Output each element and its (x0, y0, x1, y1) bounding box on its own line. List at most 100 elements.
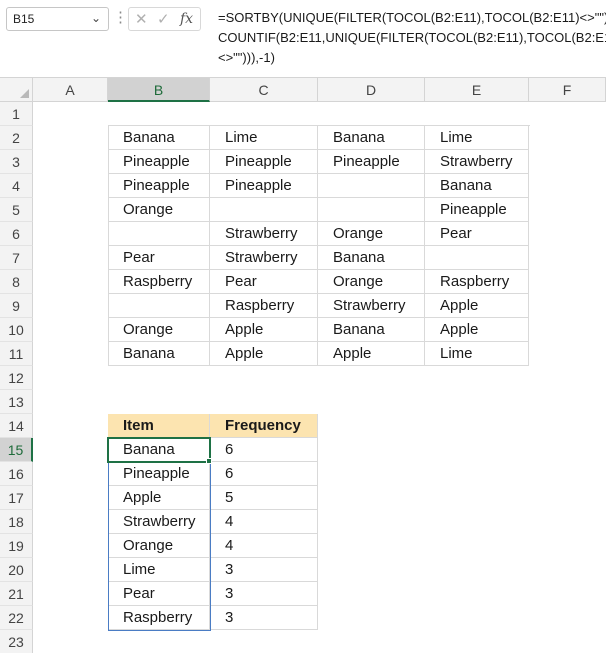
table-cell[interactable]: Apple (425, 294, 529, 318)
table-cell[interactable]: Orange (318, 270, 425, 294)
table-cell[interactable]: Apple (210, 342, 318, 366)
column-header-a[interactable]: A (33, 78, 108, 102)
column-header-c[interactable]: C (210, 78, 318, 102)
table-cell[interactable] (318, 198, 425, 222)
row-header-3[interactable]: 3 (0, 150, 33, 174)
result-item-cell[interactable]: Pineapple (108, 462, 210, 486)
table-cell[interactable]: Banana (318, 318, 425, 342)
row-header-15[interactable]: 15 (0, 438, 33, 462)
table-cell[interactable] (108, 294, 210, 318)
table-cell[interactable] (210, 198, 318, 222)
row-header-8[interactable]: 8 (0, 270, 33, 294)
table-cell[interactable] (108, 222, 210, 246)
table-cell[interactable] (318, 174, 425, 198)
result-item-cell[interactable]: Orange (108, 534, 210, 558)
result-frequency-cell[interactable]: 6 (210, 462, 318, 486)
table-cell[interactable]: Strawberry (210, 222, 318, 246)
chevron-down-icon[interactable]: ⌄ (91, 11, 101, 25)
table-cell[interactable]: Pear (210, 270, 318, 294)
table-cell[interactable]: Raspberry (425, 270, 529, 294)
result-item-cell[interactable]: Pear (108, 582, 210, 606)
insert-function-icon[interactable]: fx (180, 11, 193, 27)
table-cell[interactable]: Apple (210, 318, 318, 342)
row-header-1[interactable]: 1 (0, 102, 33, 126)
table-cell[interactable]: Banana (318, 126, 425, 150)
table-cell[interactable]: Banana (108, 126, 210, 150)
row-header-6[interactable]: 6 (0, 222, 33, 246)
table-cell[interactable]: Lime (425, 342, 529, 366)
row-header-22[interactable]: 22 (0, 606, 33, 630)
result-frequency-cell[interactable]: 3 (210, 558, 318, 582)
row-header-18[interactable]: 18 (0, 510, 33, 534)
select-all-corner[interactable] (0, 78, 33, 102)
formula-bar-area: B15 ⌄ ⋮ ✕ ✓ fx =SORTBY(UNIQUE(FILTER(TOC… (0, 0, 606, 78)
name-box[interactable]: B15 ⌄ (6, 7, 109, 31)
table-cell[interactable]: Strawberry (425, 150, 529, 174)
table-cell[interactable]: Lime (425, 126, 529, 150)
table-cell[interactable]: Pear (108, 246, 210, 270)
row-header-10[interactable]: 10 (0, 318, 33, 342)
result-frequency-cell[interactable]: 3 (210, 606, 318, 630)
row-header-12[interactable]: 12 (0, 366, 33, 390)
table-cell[interactable]: Strawberry (318, 294, 425, 318)
table-cell[interactable]: Orange (108, 198, 210, 222)
result-item-cell[interactable]: Strawberry (108, 510, 210, 534)
formula-input[interactable]: =SORTBY(UNIQUE(FILTER(TOCOL(B2:E11),TOCO… (218, 8, 606, 68)
result-header-cell[interactable]: Frequency (210, 414, 318, 438)
row-header-23[interactable]: 23 (0, 630, 33, 653)
row-header-14[interactable]: 14 (0, 414, 33, 438)
table-cell[interactable]: Pear (425, 222, 529, 246)
column-header-f[interactable]: F (529, 78, 606, 102)
row-header-7[interactable]: 7 (0, 246, 33, 270)
row-header-11[interactable]: 11 (0, 342, 33, 366)
result-item-cell[interactable]: Banana (108, 438, 210, 462)
cancel-icon[interactable]: ✕ (135, 10, 148, 28)
table-cell[interactable]: Pineapple (210, 150, 318, 174)
row-header-21[interactable]: 21 (0, 582, 33, 606)
formula-line: COUNTIF(B2:E11,UNIQUE(FILTER(TOCOL(B2:E1… (218, 30, 606, 45)
table-cell[interactable] (425, 246, 529, 270)
row-header-4[interactable]: 4 (0, 174, 33, 198)
column-header-b[interactable]: B (108, 78, 210, 102)
table-cell[interactable]: Orange (318, 222, 425, 246)
table-cell[interactable]: Raspberry (210, 294, 318, 318)
row-header-16[interactable]: 16 (0, 462, 33, 486)
table-cell[interactable]: Banana (318, 246, 425, 270)
row-header-19[interactable]: 19 (0, 534, 33, 558)
table-cell[interactable]: Pineapple (318, 150, 425, 174)
result-frequency-cell[interactable]: 5 (210, 486, 318, 510)
table-cell[interactable]: Lime (210, 126, 318, 150)
table-cell[interactable]: Apple (425, 318, 529, 342)
fill-handle[interactable] (206, 458, 212, 464)
confirm-icon[interactable]: ✓ (157, 10, 170, 28)
row-header-13[interactable]: 13 (0, 390, 33, 414)
row-header-9[interactable]: 9 (0, 294, 33, 318)
column-header-e[interactable]: E (425, 78, 529, 102)
table-cell[interactable]: Strawberry (210, 246, 318, 270)
table-cell[interactable]: Pineapple (108, 150, 210, 174)
result-header-cell[interactable]: Item (108, 414, 210, 438)
worksheet-grid[interactable]: A B C D E F 1 2 3 4 5 6 7 8 9 10 11 12 13 14 15 16 17 18 19 20 21 2… (0, 78, 606, 653)
result-item-cell[interactable]: Raspberry (108, 606, 210, 630)
result-frequency-cell[interactable]: 4 (210, 534, 318, 558)
table-cell[interactable]: Pineapple (425, 198, 529, 222)
table-cell[interactable]: Pineapple (108, 174, 210, 198)
row-header-2[interactable]: 2 (0, 126, 33, 150)
row-header-20[interactable]: 20 (0, 558, 33, 582)
table-cell[interactable]: Orange (108, 318, 210, 342)
result-item-cell[interactable]: Lime (108, 558, 210, 582)
table-cell[interactable]: Apple (318, 342, 425, 366)
table-cell[interactable]: Pineapple (210, 174, 318, 198)
row-header-5[interactable]: 5 (0, 198, 33, 222)
row-header-17[interactable]: 17 (0, 486, 33, 510)
result-frequency-cell[interactable]: 4 (210, 510, 318, 534)
result-frequency-cell[interactable]: 6 (210, 438, 318, 462)
column-header-d[interactable]: D (318, 78, 425, 102)
more-options-icon[interactable]: ⋮ (113, 8, 128, 28)
table-cell[interactable]: Raspberry (108, 270, 210, 294)
result-item-cell[interactable]: Apple (108, 486, 210, 510)
result-frequency-cell[interactable]: 3 (210, 582, 318, 606)
formula-line: =SORTBY(UNIQUE(FILTER(TOCOL(B2:E11),TOCO… (218, 10, 606, 25)
table-cell[interactable]: Banana (425, 174, 529, 198)
table-cell[interactable]: Banana (108, 342, 210, 366)
